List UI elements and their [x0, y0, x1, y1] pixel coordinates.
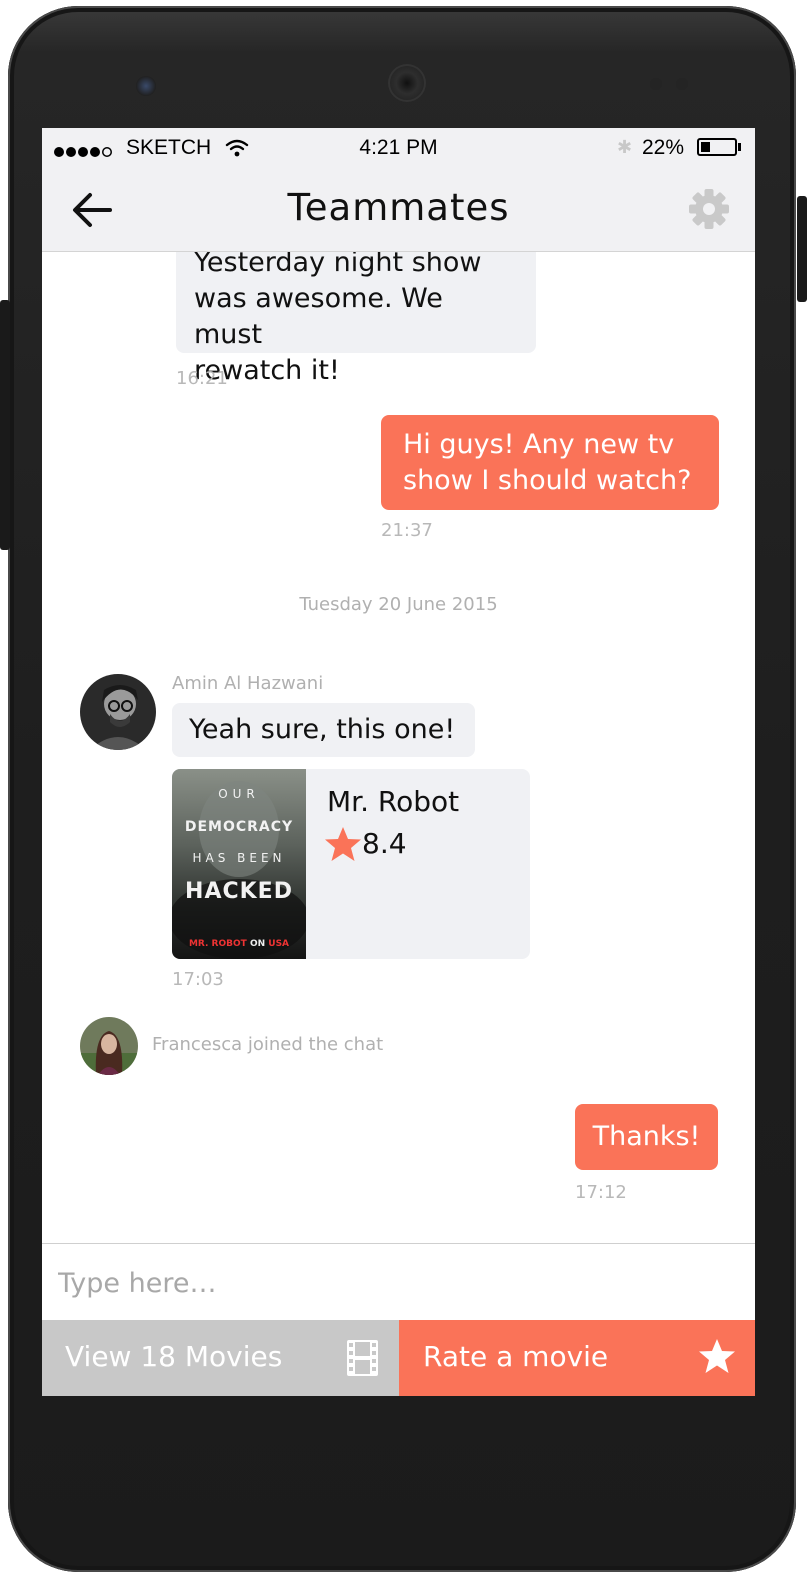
page-title: Teammates	[287, 186, 510, 229]
message-bubble-incoming: Yesterday night show was awesome. We mus…	[176, 252, 536, 386]
movie-title: Mr. Robot	[327, 785, 460, 818]
date-separator: Tuesday 20 June 2015	[299, 594, 498, 615]
message-bubble-outgoing: Thanks!	[575, 1104, 718, 1170]
message-composer	[42, 1243, 755, 1320]
action-bar: View 18 Movies Rate a movie	[42, 1320, 755, 1396]
message-bubble-incoming: Yeah sure, this one!	[172, 703, 475, 757]
avatar[interactable]	[80, 1017, 138, 1075]
message-input[interactable]	[56, 1262, 740, 1304]
avatar[interactable]	[80, 674, 156, 750]
message-text-line: was awesome. We must	[194, 283, 443, 350]
poster-text: HACKED	[185, 879, 293, 904]
battery-percent: 22%	[642, 136, 685, 159]
view-movies-label: View 18 Movies	[65, 1340, 283, 1373]
poster-text: OUR	[218, 787, 260, 801]
proximity-sensor	[650, 78, 662, 90]
rate-movie-label: Rate a movie	[423, 1340, 609, 1373]
gear-icon[interactable]	[688, 188, 730, 230]
battery-tip	[738, 143, 741, 151]
star-icon	[325, 827, 361, 861]
movie-card[interactable]: OUR DEMOCRACY HAS BEEN HACKED MR. ROBOT …	[172, 769, 530, 959]
message-text-line: rewatch it!	[194, 355, 340, 386]
rate-movie-button[interactable]: Rate a movie	[399, 1320, 755, 1396]
view-movies-button[interactable]: View 18 Movies	[42, 1320, 399, 1396]
message-bubble-outgoing: Hi guys! Any new tv show I should watch?	[381, 415, 719, 510]
battery-icon	[697, 138, 737, 156]
chat-messages[interactable]: Yesterday night show was awesome. We mus…	[42, 252, 755, 1244]
message-timestamp: 17:03	[172, 969, 224, 990]
message-text: Yeah sure, this one!	[189, 714, 456, 745]
front-camera	[136, 76, 156, 96]
sender-name: Amin Al Hazwani	[172, 673, 324, 694]
volume-button	[0, 300, 10, 550]
film-icon	[347, 1340, 378, 1376]
message-timestamp: 17:12	[575, 1182, 627, 1203]
message-text-line: Yesterday night show	[194, 252, 482, 278]
status-bar: SKETCH 4:21 PM ✱ 22%	[42, 128, 755, 168]
light-sensor	[676, 78, 688, 90]
power-button	[797, 196, 807, 302]
message-text-line: Hi guys! Any new tv	[403, 429, 675, 460]
movie-rating: 8.4	[362, 827, 407, 860]
poster-tagline: MR. ROBOT ON USA	[188, 939, 290, 949]
user-avatar-image	[80, 674, 156, 750]
bluetooth-icon: ✱	[617, 137, 633, 157]
poster-text: HAS BEEN	[192, 851, 286, 865]
screen: SKETCH 4:21 PM ✱ 22% Teammates Yesterday…	[42, 128, 755, 1396]
user-avatar-image	[80, 1017, 138, 1075]
message-text-line: show I should watch?	[403, 465, 692, 496]
poster-text: DEMOCRACY	[184, 819, 294, 835]
message-text: Thanks!	[592, 1121, 701, 1152]
navigation-bar: Teammates	[42, 168, 755, 252]
message-timestamp: 16:21	[176, 368, 228, 389]
star-icon	[699, 1339, 735, 1373]
message-timestamp: 21:37	[381, 520, 433, 541]
earpiece-speaker	[388, 64, 426, 102]
movie-poster: OUR DEMOCRACY HAS BEEN HACKED MR. ROBOT …	[172, 769, 306, 959]
system-message: Francesca joined the chat	[152, 1034, 384, 1055]
